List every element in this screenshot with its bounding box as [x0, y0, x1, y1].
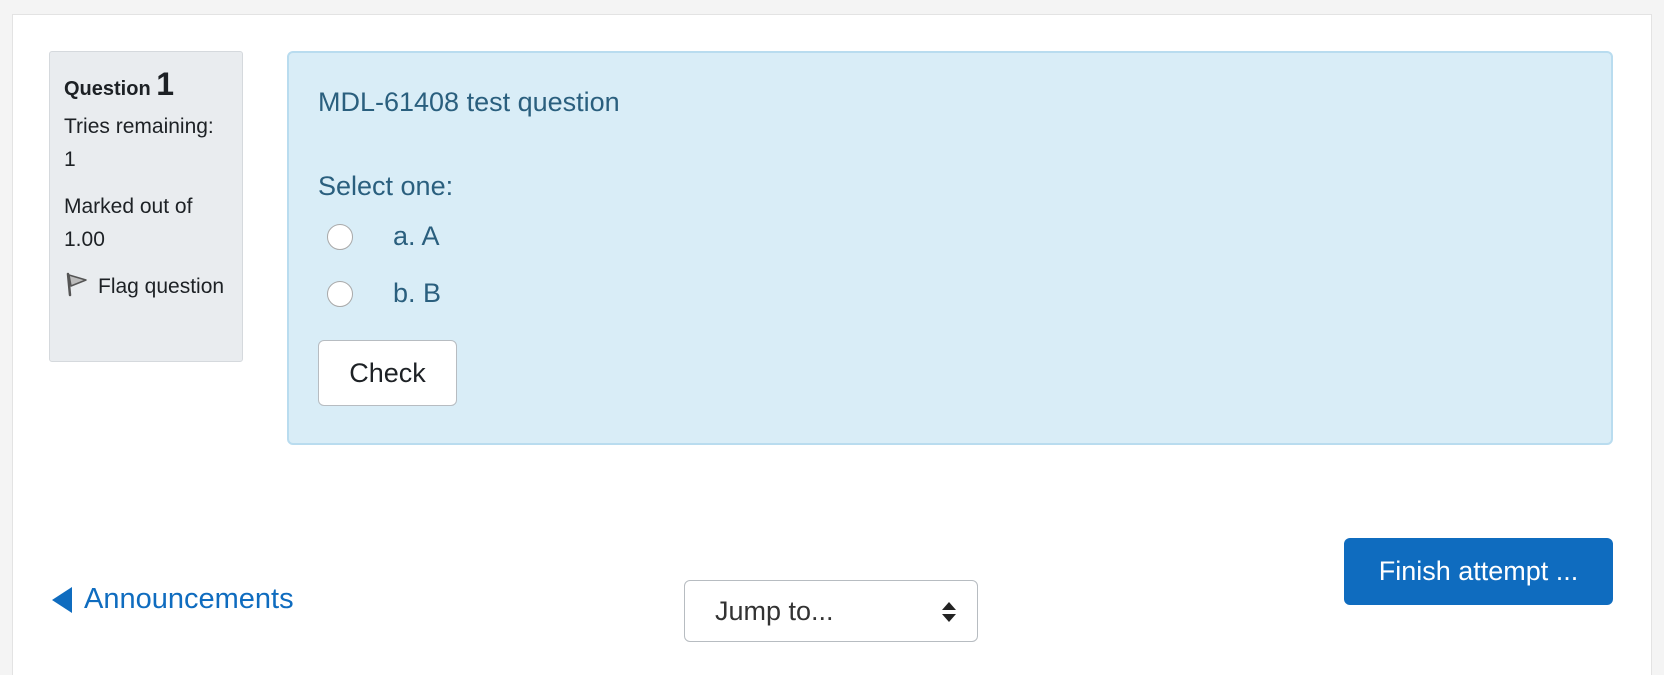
finish-attempt-button[interactable]: Finish attempt ... [1344, 538, 1613, 605]
flag-question-link[interactable]: Flag question [64, 270, 228, 303]
question-number: 1 [156, 66, 175, 102]
question-word: Question [64, 78, 151, 100]
question-text: MDL-61408 test question [318, 87, 620, 117]
question-info-panel: Question 1 Tries remaining: 1 Marked out… [49, 51, 243, 362]
sort-arrows-icon [942, 602, 956, 622]
answer-option-b[interactable]: b. B [327, 278, 441, 309]
answer-label-b[interactable]: b. B [393, 278, 441, 309]
caret-left-icon [52, 586, 72, 613]
previous-activity-link[interactable]: Announcements [52, 583, 294, 616]
radio-option-b[interactable] [327, 280, 353, 307]
select-one-prompt: Select one: [318, 171, 454, 201]
marked-out-of: Marked out of 1.00 [64, 190, 228, 256]
answer-option-a[interactable]: a. A [327, 221, 440, 252]
answer-label-a[interactable]: a. A [393, 221, 440, 252]
previous-activity-label[interactable]: Announcements [84, 583, 294, 616]
flag-icon [64, 271, 90, 297]
question-heading: Question 1 [64, 68, 228, 106]
radio-option-a[interactable] [327, 223, 353, 250]
marked-label: Marked out of [64, 195, 193, 218]
question-content: MDL-61408 test question Select one: a. A… [287, 51, 1613, 445]
flag-label: Flag question [98, 275, 225, 298]
jump-to-select[interactable]: Jump to... [684, 580, 978, 642]
jump-to-label: Jump to... [715, 595, 834, 626]
marked-value: 1.00 [64, 228, 105, 251]
tries-remaining: Tries remaining: 1 [64, 110, 228, 176]
check-button[interactable]: Check [318, 340, 457, 406]
tries-value: 1 [64, 148, 76, 171]
tries-label: Tries remaining: [64, 115, 214, 138]
